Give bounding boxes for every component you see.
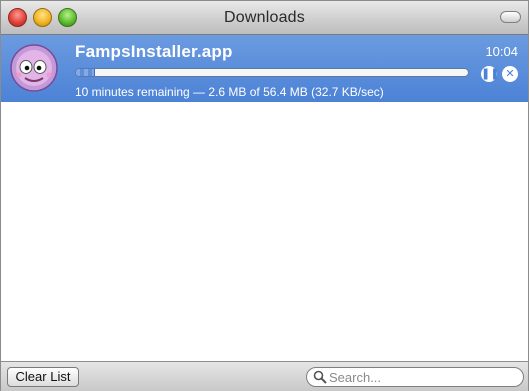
clear-list-button[interactable]: Clear List [7,367,79,387]
bottom-bar: Clear List [1,361,528,391]
download-item[interactable]: FampsInstaller.app 10:04 ❚❚ ✕ 10 minutes… [1,35,528,102]
pause-icon: ❚❚ [481,68,500,80]
stop-button[interactable]: ✕ [502,66,518,82]
download-time: 10:04 [485,44,518,59]
famps-app-icon [10,44,58,92]
download-filename: FampsInstaller.app [75,42,233,61]
titlebar: Downloads [1,1,528,35]
search-icon [313,370,327,384]
toolbar-toggle-button[interactable] [500,11,521,23]
download-progress-bar [75,68,469,77]
window-title: Downloads [224,9,305,26]
download-progress-fill [76,69,96,76]
downloads-list: FampsInstaller.app 10:04 ❚❚ ✕ 10 minutes… [1,35,528,361]
stop-icon: ✕ [505,68,515,80]
download-status: 10 minutes remaining — 2.6 MB of 56.4 MB… [75,85,384,99]
search-input[interactable] [329,369,517,385]
downloads-window: Downloads FampsInstaller.app 10:04 ❚❚ ✕ … [0,0,529,391]
search-field[interactable] [306,367,524,387]
pause-button[interactable]: ❚❚ [481,66,500,82]
